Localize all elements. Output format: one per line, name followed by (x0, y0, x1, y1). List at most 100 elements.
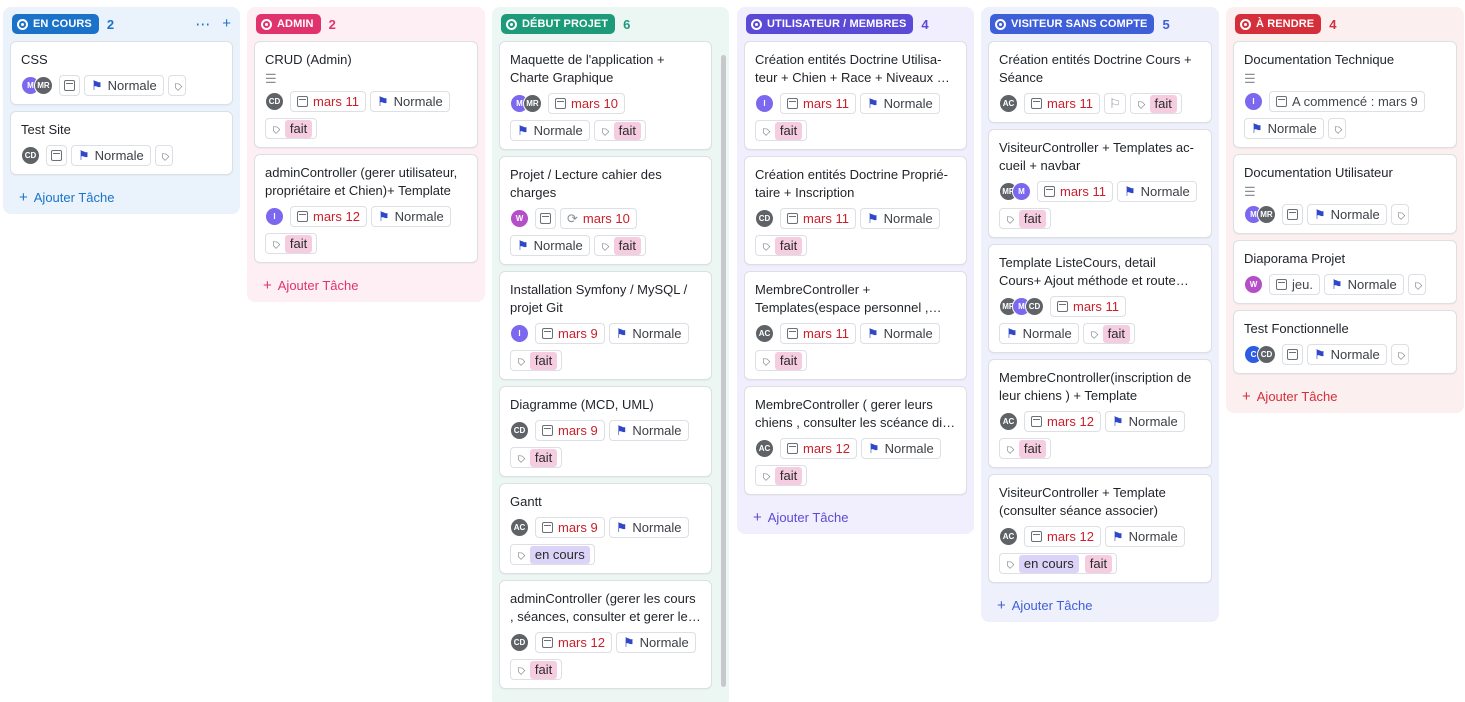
task-title[interactable]: CSS (21, 51, 222, 69)
due-date-button[interactable]: mars 12 (1024, 526, 1101, 547)
tags[interactable]: ⌂ fait (999, 208, 1052, 229)
tag-button[interactable]: ⌂ (154, 145, 173, 166)
due-date-button[interactable] (1282, 344, 1303, 365)
assignees[interactable]: W (1244, 275, 1263, 294)
priority-button[interactable]: ⚑ Normale (510, 120, 590, 141)
task-card[interactable]: VisiteurController + Template (consulter… (988, 474, 1212, 583)
tags[interactable]: ⌂ fait (999, 438, 1052, 459)
task-title[interactable]: adminController (gerer les cours , séanc… (510, 590, 701, 626)
tag-fait[interactable]: fait (774, 351, 803, 370)
tags[interactable]: ⌂ en cours fait (999, 553, 1118, 574)
add-task-button[interactable]: + Ajouter Tâche (1242, 388, 1337, 405)
priority-button[interactable]: ⚑ Normale (1307, 204, 1387, 225)
tag-fait[interactable]: fait (529, 351, 558, 370)
due-date-button[interactable]: mars 12 (290, 206, 367, 227)
assignees[interactable]: AC (999, 94, 1018, 113)
tags[interactable]: ⌂ en cours (510, 544, 595, 565)
avatar[interactable]: AC (999, 94, 1018, 113)
task-card[interactable]: Documentation Technique ☰ I A commencé :… (1233, 41, 1457, 148)
priority-button[interactable]: ⚑ Normale (71, 145, 151, 166)
avatar[interactable]: CD (265, 92, 284, 111)
due-date-button[interactable]: mars 12 (535, 632, 612, 653)
task-title[interactable]: Diagramme (MCD, UML) (510, 396, 701, 414)
priority-button[interactable]: ⚑ Normale (370, 206, 451, 227)
task-title[interactable]: MembreController ( gerer leurs chiens , … (755, 396, 956, 432)
start-date-button[interactable] (535, 208, 556, 229)
priority-button[interactable]: ⚑ Normale (510, 235, 590, 256)
status-pill[interactable]: À RENDRE (1235, 14, 1322, 34)
tag-fait[interactable]: fait (1018, 439, 1047, 458)
task-title[interactable]: Création entités Doctrine Utilisa­teur +… (755, 51, 956, 87)
priority-button[interactable]: ⚑ Normale (84, 75, 164, 96)
task-card[interactable]: adminController (gerer les cours , séanc… (499, 580, 712, 689)
tag-fait[interactable]: fait (1084, 554, 1113, 573)
task-card[interactable]: MembreController + Templates(espace pers… (744, 271, 967, 380)
priority-button[interactable]: ⚑ Normale (860, 323, 940, 344)
due-date-button[interactable] (1282, 204, 1303, 225)
tag-fait[interactable]: fait (613, 121, 641, 140)
avatar[interactable]: CD (1025, 297, 1044, 316)
task-card[interactable]: CSS M MR ⚑ Normale ⌂ (10, 41, 233, 105)
task-title[interactable]: Documentation Utilisateur (1244, 164, 1446, 182)
assignees[interactable]: AC (755, 439, 774, 458)
task-title[interactable]: Maquette de l'application + Charte Graph… (510, 51, 701, 87)
add-task-button[interactable]: + Ajouter Tâche (19, 189, 114, 206)
task-title[interactable]: Création entités Doctrine Cours + Séance (999, 51, 1201, 87)
due-date-button[interactable]: mars 11 (780, 208, 856, 229)
priority-button[interactable]: ⚑ Normale (1117, 181, 1197, 202)
tags[interactable]: ⌂ fait (593, 235, 646, 256)
tags[interactable]: ⌂ fait (510, 447, 563, 468)
tag-fait[interactable]: fait (284, 234, 313, 253)
tag-fait[interactable]: fait (284, 119, 313, 138)
avatar[interactable]: CD (510, 421, 529, 440)
assignees[interactable]: CD (265, 92, 284, 111)
tags[interactable]: ⌂ fait (1082, 323, 1135, 344)
tag-button[interactable]: ⌂ (1390, 204, 1409, 225)
due-date-button[interactable]: mars 11 (290, 91, 366, 112)
tag-en-cours[interactable]: en cours (1018, 554, 1079, 573)
due-date-button[interactable]: mars 9 (535, 517, 605, 538)
avatar[interactable]: W (510, 209, 529, 228)
task-card[interactable]: VisiteurController + Templates ac­cueil … (988, 129, 1212, 238)
add-task-button[interactable]: + Ajouter Tâche (997, 597, 1092, 614)
assignees[interactable]: CD (510, 633, 529, 652)
priority-button[interactable]: ⚑ Normale (860, 93, 940, 114)
tag-button[interactable]: ⌂ (167, 75, 186, 96)
assignees[interactable]: C CD (1244, 345, 1276, 364)
due-date-button[interactable]: mars 11 (780, 93, 856, 114)
status-pill[interactable]: ADMIN (256, 14, 321, 34)
assignees[interactable]: CD (510, 421, 529, 440)
avatar[interactable]: I (510, 324, 529, 343)
task-title[interactable]: Test Fonctionnelle (1244, 320, 1446, 338)
task-card[interactable]: Maquette de l'application + Charte Graph… (499, 41, 712, 150)
priority-button[interactable]: ⚑ Normale (999, 323, 1079, 344)
assignees[interactable]: W (510, 209, 529, 228)
priority-button[interactable]: ⚑ Normale (1323, 274, 1404, 295)
start-date-button[interactable]: A commencé : mars 9 (1269, 91, 1425, 112)
tag-button[interactable]: ⌂ (1327, 118, 1346, 139)
avatar[interactable]: MR (1257, 205, 1276, 224)
priority-button[interactable]: ⚑ Normale (1104, 526, 1185, 547)
due-date-button[interactable]: mars 10 (548, 93, 625, 114)
assignees[interactable]: CD (755, 209, 774, 228)
priority-button[interactable]: ⚑ Normale (1244, 118, 1324, 139)
tag-button[interactable]: ⌂ (1390, 344, 1409, 365)
task-card[interactable]: Installation Symfony / MySQL / projet Gi… (499, 271, 712, 380)
tag-fait[interactable]: fait (529, 448, 558, 467)
task-card[interactable]: Test Site CD ⚑ Normale ⌂ (10, 111, 233, 175)
avatar[interactable]: M (1012, 182, 1031, 201)
tags[interactable]: ⌂ fait (510, 350, 563, 371)
task-card[interactable]: MembreController ( gerer leurs chiens , … (744, 386, 967, 495)
avatar[interactable]: I (755, 94, 774, 113)
add-task-button[interactable]: + Ajouter Tâche (753, 509, 848, 526)
task-title[interactable]: Diaporama Projet (1244, 250, 1446, 268)
priority-button[interactable]: ⚑ Normale (1104, 411, 1185, 432)
task-title[interactable]: Test Site (21, 121, 222, 139)
tag-fait[interactable]: fait (1018, 209, 1047, 228)
avatar[interactable]: AC (999, 527, 1018, 546)
due-date-button[interactable] (46, 145, 67, 166)
assignees[interactable]: I (755, 94, 774, 113)
avatar[interactable]: CD (1257, 345, 1276, 364)
tags[interactable]: ⌂ fait (265, 233, 318, 254)
assignees[interactable]: MR M CD (999, 297, 1044, 316)
